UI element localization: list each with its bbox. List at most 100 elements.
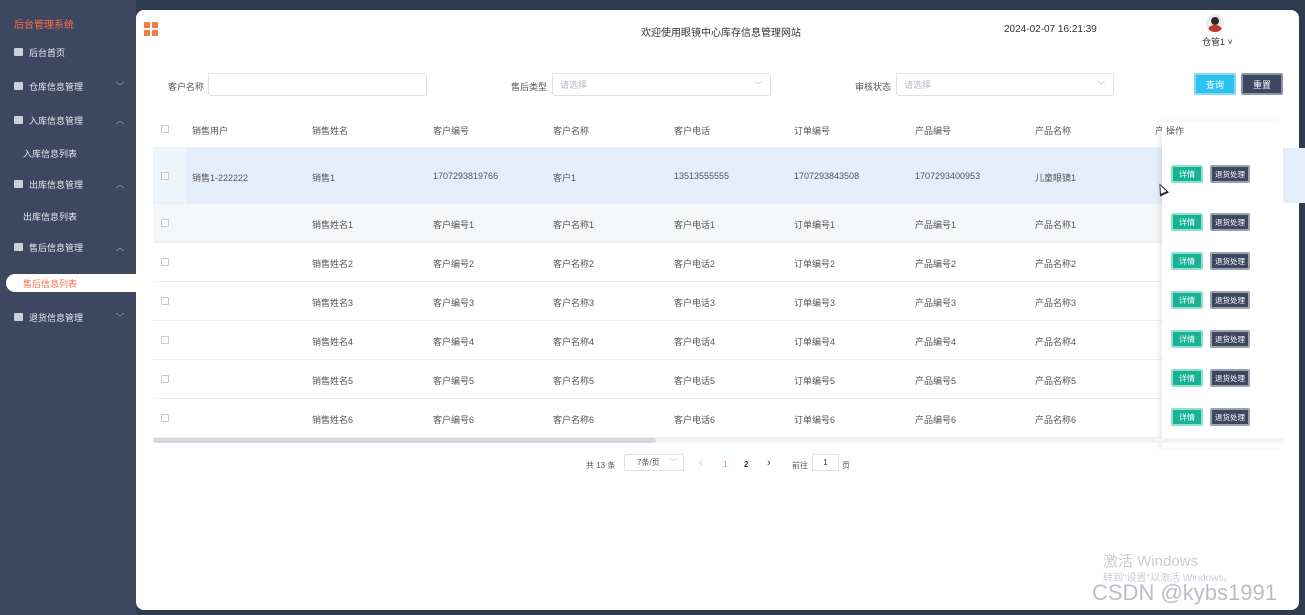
sidebar-item-label: 入库信息列表 — [23, 148, 78, 159]
row-checkbox[interactable] — [161, 172, 169, 180]
next-page-button[interactable]: › — [767, 457, 771, 469]
return-process-button[interactable]: 退货处理 — [1210, 252, 1250, 270]
return-process-button[interactable]: 退货处理 — [1210, 408, 1250, 426]
table-row[interactable]: 销售姓名2 客户编号2 客户名称2 客户电话2 订单编号2 产品编号2 产品名称… — [153, 243, 1283, 282]
cell-customer-no: 客户编号6 — [433, 415, 475, 425]
cell-customer-no: 客户编号4 — [433, 337, 475, 347]
select-placeholder: 请选择 — [560, 80, 588, 90]
cell-product-name: 产品名称6 — [1035, 415, 1077, 425]
sidebar-item-outbound-list[interactable]: 出库信息列表 — [0, 199, 136, 233]
table-row[interactable]: 销售姓名4 客户编号4 客户名称4 客户电话4 订单编号4 产品编号4 产品名称… — [153, 321, 1283, 360]
sidebar-item-returns[interactable]: 退货信息管理 ﹀ — [0, 300, 136, 334]
cell-customer-no: 1707293819766 — [433, 171, 499, 181]
column-header: 销售用户 — [192, 126, 229, 136]
customer-name-input[interactable] — [208, 73, 427, 96]
cell-product-name: 产品名称3 — [1035, 298, 1077, 308]
detail-button[interactable]: 详情 — [1171, 252, 1203, 270]
edit-icon — [14, 243, 23, 251]
horizontal-scrollbar[interactable] — [153, 438, 1283, 443]
sidebar-item-label: 退货信息管理 — [29, 312, 84, 323]
sidebar-item-inbound-list[interactable]: 入库信息列表 — [0, 136, 136, 170]
goto-page-input[interactable]: 1 — [812, 454, 839, 471]
table-row[interactable]: 销售姓名5 客户编号5 客户名称5 客户电话5 订单编号5 产品编号5 产品名称… — [153, 360, 1283, 399]
welcome-text: 欢迎使用眼镜中心库存信息管理网站 — [641, 28, 801, 39]
cell-sales-name: 销售姓名4 — [312, 337, 354, 347]
detail-button[interactable]: 详情 — [1171, 291, 1203, 309]
user-menu[interactable]: 仓管1 ˅ — [1202, 35, 1233, 48]
cell-sales-user: 销售1-222222 — [192, 173, 249, 183]
detail-button[interactable]: 详情 — [1171, 330, 1203, 348]
sidebar-item-warehouse[interactable]: 仓库信息管理 ﹀ — [0, 69, 136, 103]
aftersale-type-label: 售后类型 — [511, 82, 548, 92]
cell-product-no: 产品编号6 — [915, 415, 957, 425]
sidebar-item-aftersale-list[interactable]: 售后信息列表 — [6, 274, 136, 292]
row-checkbox[interactable] — [161, 219, 169, 227]
row-checkbox[interactable] — [161, 414, 169, 422]
sidebar-item-inbound[interactable]: 入库信息管理 ︿ — [0, 103, 136, 137]
cell-customer-no: 客户编号1 — [433, 220, 475, 230]
cell-product-no: 产品编号5 — [915, 376, 957, 386]
detail-button[interactable]: 详情 — [1171, 369, 1203, 387]
windows-activation-title: 激活 Windows — [1103, 553, 1199, 570]
cell-product-no: 1707293400953 — [915, 171, 981, 181]
cell-customer-phone: 客户电话5 — [674, 376, 716, 386]
scrollbar-thumb[interactable] — [153, 438, 656, 443]
row-checkbox[interactable] — [161, 375, 169, 383]
cell-sales-name: 销售姓名6 — [312, 415, 354, 425]
goto-label: 前往 — [792, 461, 808, 470]
cell-customer-phone: 客户电话4 — [674, 337, 716, 347]
brand-title: 后台管理系统 — [14, 20, 74, 31]
detail-button[interactable]: 详情 — [1171, 213, 1203, 231]
return-process-button[interactable]: 退货处理 — [1210, 330, 1250, 348]
table-row[interactable]: 销售姓名1 客户编号1 客户名称1 客户电话1 订单编号1 产品编号1 产品名称… — [153, 204, 1283, 243]
return-process-button[interactable]: 退货处理 — [1210, 213, 1250, 231]
cell-order-no: 订单编号3 — [794, 298, 836, 308]
avatar[interactable] — [1206, 14, 1224, 32]
page-size-select[interactable]: 7条/页 ﹀ — [624, 454, 684, 471]
table-row[interactable]: 销售1-222222 销售1 1707293819766 客户1 1351355… — [153, 148, 1305, 204]
detail-button[interactable]: 详情 — [1171, 408, 1203, 426]
chevron-up-icon: ︿ — [116, 115, 124, 125]
select-all-checkbox[interactable] — [161, 125, 169, 133]
return-process-button[interactable]: 退货处理 — [1210, 369, 1250, 387]
sidebar-item-home[interactable]: 后台首页 — [0, 35, 136, 69]
cell-sales-name: 销售姓名3 — [312, 298, 354, 308]
chevron-down-icon: ﹀ — [754, 81, 762, 90]
cell-order-no: 订单编号4 — [794, 337, 836, 347]
column-header: 订单编号 — [794, 126, 831, 136]
cell-customer-phone: 客户电话6 — [674, 415, 716, 425]
return-process-button[interactable]: 退货处理 — [1210, 291, 1250, 309]
page-1-button[interactable]: 1 — [723, 460, 727, 469]
sidebar-item-outbound[interactable]: 出库信息管理 ︿ — [0, 167, 136, 201]
row-checkbox[interactable] — [161, 258, 169, 266]
grid-icon[interactable] — [144, 22, 158, 36]
table-row[interactable]: 销售姓名6 客户编号6 客户名称6 客户电话6 订单编号6 产品编号6 产品名称… — [153, 399, 1283, 438]
aftersale-type-select[interactable]: 请选择 ﹀ — [552, 73, 771, 96]
sidebar-item-aftersale[interactable]: 售后信息管理 ︿ — [0, 230, 136, 264]
pagination-total: 共 13 条 — [586, 461, 616, 470]
prev-page-button[interactable]: ‹ — [699, 457, 703, 469]
csdn-watermark: CSDN @kybs1991 — [1092, 580, 1277, 605]
page-2-button[interactable]: 2 — [744, 460, 748, 469]
audit-status-select[interactable]: 请选择 ﹀ — [896, 73, 1114, 96]
table-header: 销售用户 销售姓名 客户编号 客户名称 客户电话 订单编号 产品编号 产品名称 … — [153, 112, 1283, 148]
table-row[interactable]: 销售姓名3 客户编号3 客户名称3 客户电话3 订单编号3 产品编号3 产品名称… — [153, 282, 1283, 321]
row-checkbox[interactable] — [161, 297, 169, 305]
cell-product-name: 产品名称4 — [1035, 337, 1077, 347]
column-header: 销售姓名 — [312, 126, 349, 136]
audit-status-label: 审核状态 — [855, 82, 892, 92]
cell-customer-phone: 客户电话3 — [674, 298, 716, 308]
cell-customer-name: 客户名称3 — [553, 298, 595, 308]
cell-customer-name: 客户1 — [553, 173, 577, 183]
return-process-button[interactable]: 退货处理 — [1210, 165, 1250, 183]
row-checkbox[interactable] — [161, 336, 169, 344]
detail-button[interactable]: 详情 — [1171, 165, 1203, 183]
cell-sales-name: 销售1 — [312, 173, 336, 183]
page-size-value: 7条/页 — [637, 458, 660, 467]
sidebar-item-label: 出库信息管理 — [29, 179, 84, 190]
query-button[interactable]: 查询 — [1194, 73, 1236, 95]
chevron-up-icon: ︿ — [116, 242, 124, 252]
aftersale-table: 销售用户 销售姓名 客户编号 客户名称 客户电话 订单编号 产品编号 产品名称 … — [153, 112, 1305, 442]
reset-button[interactable]: 重置 — [1241, 73, 1283, 95]
edit-icon — [14, 180, 23, 188]
